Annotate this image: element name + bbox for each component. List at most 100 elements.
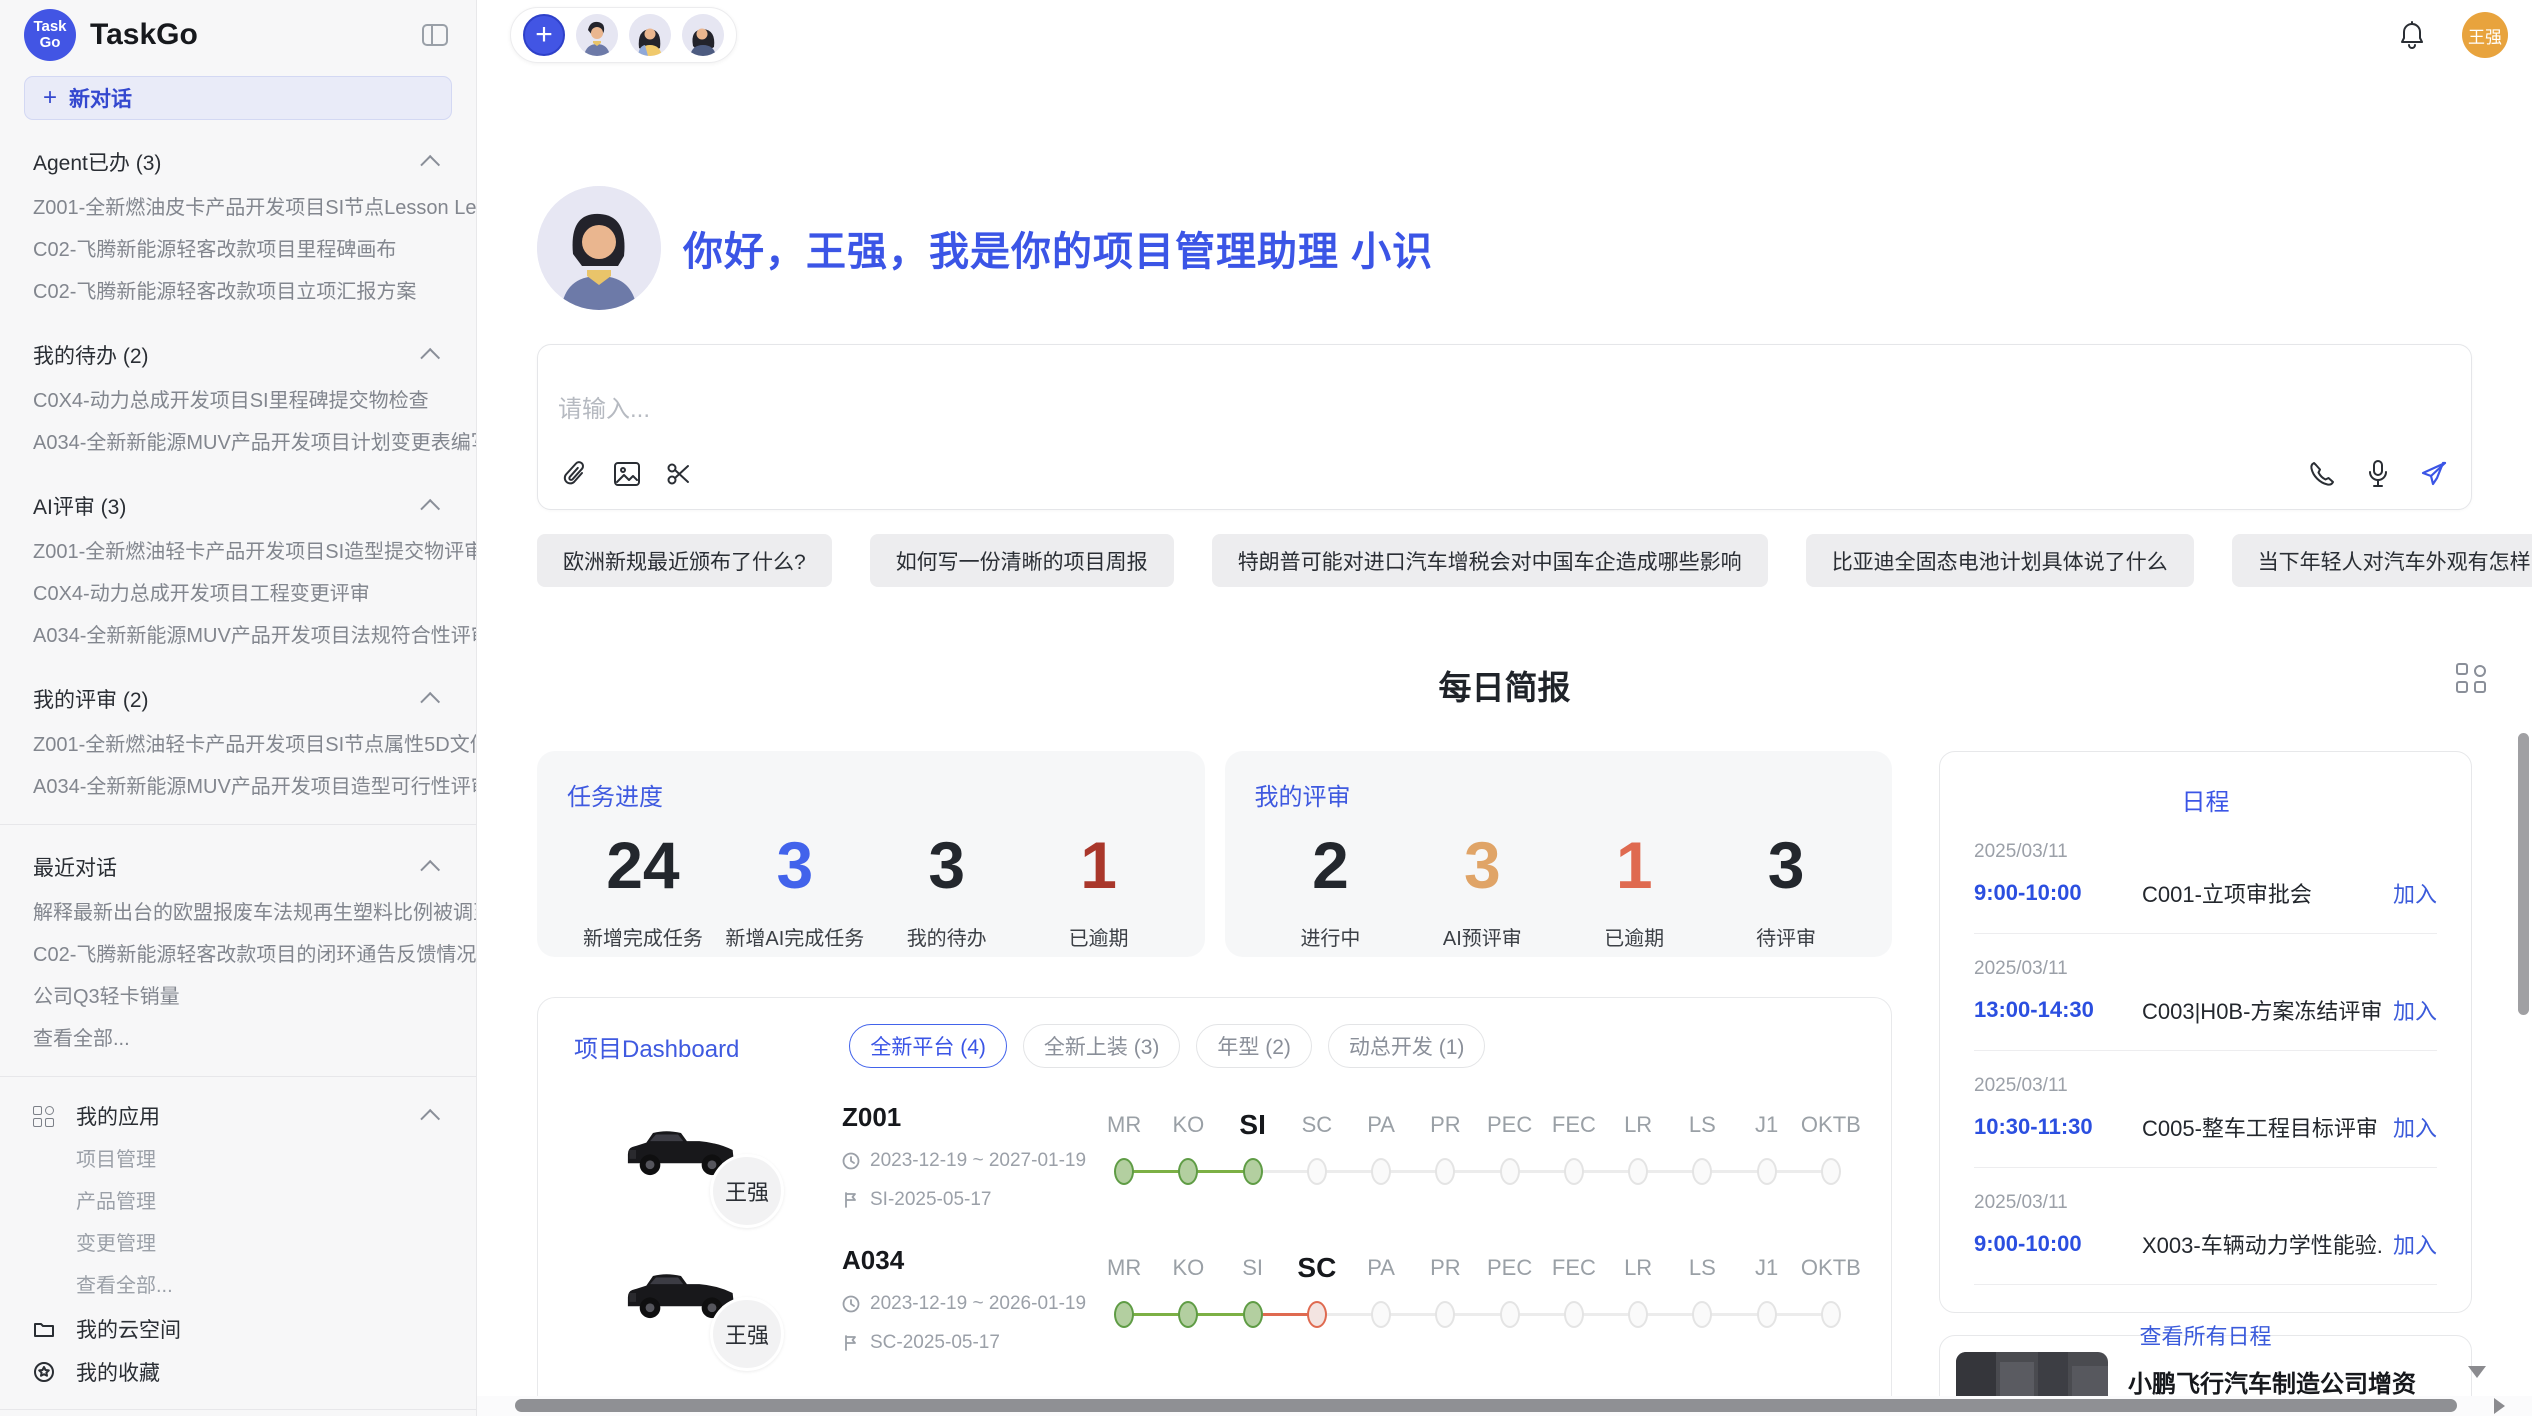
- schedule-title: 日程: [1974, 782, 2437, 817]
- horizontal-scrollbar-thumb[interactable]: [515, 1399, 2457, 1412]
- chat-input[interactable]: [558, 363, 2451, 457]
- tab-new-body[interactable]: 全新上装 (3): [1023, 1024, 1181, 1068]
- milestone-dot: [1564, 1158, 1584, 1185]
- project-dates: 2023-12-19 ~ 2027-01-19: [842, 1150, 1092, 1172]
- user-avatar[interactable]: 王强: [2462, 12, 2508, 58]
- milestone-pa: PA: [1349, 1251, 1413, 1328]
- section-title: 我的待办 (2): [33, 340, 426, 370]
- briefing-left-column: 任务进度 24 新增完成任务 3 新增AI完成任务: [537, 751, 1892, 1416]
- scroll-down-arrow[interactable]: [2468, 1366, 2486, 1378]
- tab-model-year[interactable]: 年型 (2): [1196, 1024, 1312, 1068]
- task-progress-card: 任务进度 24 新增完成任务 3 新增AI完成任务: [537, 751, 1205, 957]
- briefing-layout-icon[interactable]: [2456, 663, 2486, 698]
- microphone-icon[interactable]: [2361, 457, 2395, 491]
- view-all-chats-link[interactable]: 查看全部...: [33, 1018, 476, 1060]
- event-time: 9:00-10:00: [1974, 1231, 2142, 1257]
- sidebar-item-favorites[interactable]: 我的收藏: [33, 1350, 476, 1393]
- vertical-scrollbar-thumb[interactable]: [2518, 733, 2529, 1015]
- sidebar-task-item[interactable]: A034-全新新能源MUV产品开发项目造型可行性评审: [33, 766, 476, 808]
- event-join-link[interactable]: 加入: [2393, 1111, 2437, 1143]
- sidebar-task-item[interactable]: C02-飞腾新能源轻客改款项目里程碑画布: [33, 229, 476, 271]
- tab-new-platform[interactable]: 全新平台 (4): [849, 1024, 1007, 1068]
- event-join-link[interactable]: 加入: [2393, 1228, 2437, 1260]
- sidebar-task-item[interactable]: C0X4-动力总成开发项目SI里程碑提交物检查: [33, 380, 476, 422]
- view-all-apps-link[interactable]: 查看全部...: [33, 1265, 476, 1307]
- milestone-ko: KO: [1156, 1108, 1220, 1185]
- recent-chat-item[interactable]: 解释最新出台的欧盟报废车法规再生塑料比例被调至15%...: [33, 892, 476, 934]
- divider: [0, 1409, 476, 1410]
- sidebar-task-item[interactable]: Z001-全新燃油轻卡产品开发项目SI造型提交物评审: [33, 531, 476, 573]
- milestone-dot: [1628, 1158, 1648, 1185]
- project-row[interactable]: 王强 Z001 2023-12-19 ~ 2027-01-19: [566, 1102, 1863, 1211]
- plus-icon: +: [43, 84, 57, 112]
- chat-input-card: [537, 344, 2472, 510]
- insert-image-icon[interactable]: [610, 457, 644, 491]
- sidebar-item-cloud-space[interactable]: 我的云空间: [33, 1307, 476, 1350]
- sidebar-collapse-icon[interactable]: [422, 24, 448, 46]
- member-avatar[interactable]: [682, 14, 724, 56]
- event-time: 13:00-14:30: [1974, 997, 2142, 1023]
- project-code: A034: [842, 1245, 1092, 1276]
- recent-chat-item[interactable]: 公司Q3轻卡销量: [33, 976, 476, 1018]
- scissors-icon[interactable]: [662, 457, 696, 491]
- apps-grid-icon: [33, 1106, 54, 1127]
- event-date: 2025/03/11: [1974, 841, 2437, 863]
- suggestion-chip[interactable]: 如何写一份清晰的项目周报: [870, 534, 1174, 587]
- section-agent-done[interactable]: Agent已办 (3): [33, 147, 440, 177]
- suggestion-chip[interactable]: 欧洲新规最近颁布了什么?: [537, 534, 832, 587]
- schedule-event: 2025/03/11 9:00-10:00 X003-车辆动力学性能验... 加…: [1974, 1192, 2437, 1260]
- section-title: 我的应用: [76, 1101, 426, 1131]
- taskgo-logo: Task Go: [24, 9, 76, 61]
- sidebar-task-item[interactable]: Z001-全新燃油轻卡产品开发项目SI节点属性5D文件评审: [33, 724, 476, 766]
- member-avatar[interactable]: [629, 14, 671, 56]
- section-my-review[interactable]: 我的评审 (2): [33, 684, 440, 714]
- event-join-link[interactable]: 加入: [2393, 877, 2437, 909]
- milestone-mr: MR: [1092, 1251, 1156, 1328]
- assistant-avatar: [537, 186, 661, 310]
- project-owner-badge: 王强: [710, 1154, 784, 1228]
- milestone-track: MRKOSISCPAPRPECFECLRLSJ1OKTB: [1092, 1251, 1863, 1328]
- suggestion-chip[interactable]: 特朗普可能对进口汽车增税会对中国车企造成哪些影响: [1212, 534, 1768, 587]
- scroll-right-arrow[interactable]: [2494, 1398, 2505, 1414]
- sidebar-task-item[interactable]: Z001-全新燃油皮卡产品开发项目SI节点Lesson Learn报告: [33, 187, 476, 229]
- tab-powertrain[interactable]: 动总开发 (1): [1328, 1024, 1486, 1068]
- add-member-button[interactable]: +: [523, 14, 565, 56]
- notification-bell-icon[interactable]: [2398, 20, 2426, 50]
- app-item-project-mgmt[interactable]: 项目管理: [33, 1139, 476, 1181]
- divider: [1974, 933, 2437, 934]
- recent-chat-item[interactable]: C02-飞腾新能源轻客改款项目的闭环通告反馈情况: [33, 934, 476, 976]
- event-time: 10:30-11:30: [1974, 1114, 2142, 1140]
- milestone-ls: LS: [1670, 1108, 1734, 1185]
- app-item-product-mgmt[interactable]: 产品管理: [33, 1181, 476, 1223]
- event-join-link[interactable]: 加入: [2393, 994, 2437, 1026]
- input-toolbar: [558, 457, 2451, 491]
- topbar-right: 王强: [2398, 12, 2508, 58]
- send-icon[interactable]: [2417, 457, 2451, 491]
- suggestion-chip[interactable]: 当下年轻人对汽车外观有怎样的喜好趋势: [2232, 534, 2532, 587]
- suggestion-chip[interactable]: 比亚迪全固态电池计划具体说了什么: [1806, 534, 2194, 587]
- sidebar-task-item[interactable]: A034-全新新能源MUV产品开发项目法规符合性评审: [33, 615, 476, 657]
- milestone-dot: [1307, 1158, 1327, 1185]
- sidebar-task-item[interactable]: C0X4-动力总成开发项目工程变更评审: [33, 573, 476, 615]
- event-date: 2025/03/11: [1974, 958, 2437, 980]
- stat-review-overdue: 1 已逾期: [1558, 830, 1710, 951]
- team-member-pill: +: [510, 7, 737, 63]
- project-row[interactable]: 王强 A034 2023-12-19 ~ 2026-01-19: [566, 1245, 1863, 1354]
- milestone-dot: [1821, 1301, 1841, 1328]
- logo-text-top: Task: [33, 19, 66, 35]
- nav-label: 我的收藏: [76, 1357, 160, 1387]
- app-item-change-mgmt[interactable]: 变更管理: [33, 1223, 476, 1265]
- milestone-ko: KO: [1156, 1251, 1220, 1328]
- attach-file-icon[interactable]: [558, 457, 592, 491]
- event-name: C005-整车工程目标评审: [2142, 1111, 2381, 1143]
- sidebar-task-item[interactable]: A034-全新新能源MUV产品开发项目计划变更表编写: [33, 422, 476, 464]
- member-avatar[interactable]: [576, 14, 618, 56]
- daily-briefing-header: 每日简报: [537, 661, 2472, 709]
- voice-call-icon[interactable]: [2305, 457, 2339, 491]
- section-my-apps[interactable]: 我的应用: [33, 1101, 440, 1131]
- section-my-todo[interactable]: 我的待办 (2): [33, 340, 440, 370]
- section-recent-chats[interactable]: 最近对话: [33, 852, 440, 882]
- sidebar-task-item[interactable]: C02-飞腾新能源轻客改款项目立项汇报方案: [33, 271, 476, 313]
- new-chat-button[interactable]: + 新对话: [24, 76, 452, 120]
- section-ai-review[interactable]: AI评审 (3): [33, 491, 440, 521]
